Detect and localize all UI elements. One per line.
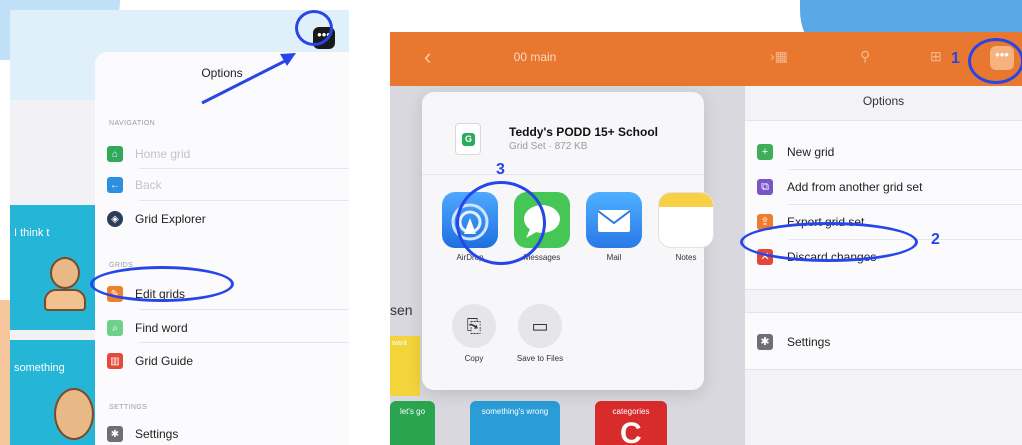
tile-label: something's wrong — [481, 407, 549, 416]
divider — [422, 174, 704, 175]
callout-number: 2 — [931, 231, 940, 248]
menu-item-settings[interactable]: ✱ Settings — [757, 327, 1017, 357]
grid-title: 00 main — [513, 50, 557, 64]
grid-tile-lets-go[interactable]: let's go — [390, 401, 435, 445]
menu-item-label: Add from another grid set — [787, 180, 923, 194]
options-group: + New grid ⧉ Add from another grid set ⇪… — [745, 120, 1022, 290]
annotation-circle — [456, 181, 546, 265]
envelope-icon — [597, 210, 631, 232]
share-sheet: G Teddy's PODD 15+ School Grid Set · 872… — [422, 92, 714, 390]
divider — [789, 169, 1022, 170]
settings-group: ✱ Settings — [745, 312, 1022, 370]
copy-button[interactable]: ⎘ — [452, 304, 496, 348]
grid-app-icon: G — [462, 133, 475, 146]
action-label: Save to Files — [516, 354, 564, 363]
notes-button[interactable] — [658, 192, 714, 248]
app-label: Mail — [606, 253, 622, 262]
right-screenshot: ‹ 00 main ›▦ ⚲ ⊞ sen want let's go somet… — [390, 32, 1022, 445]
save-to-files-button[interactable]: ▭ — [518, 304, 562, 348]
menu-item-label: Settings — [787, 335, 831, 349]
grid-area: sen want let's go something's wrong cate… — [390, 86, 745, 445]
notes-icon — [659, 193, 713, 207]
tile-text-fragment: sen — [390, 302, 413, 318]
grid-tile-categories[interactable]: categories C — [595, 401, 667, 445]
panel-title: Options — [862, 94, 905, 108]
tile-label: want — [392, 340, 407, 347]
tile-label: categories — [612, 407, 650, 416]
tile-label: let's go — [399, 407, 426, 416]
options-panel: Options + New grid ⧉ Add from another gr… — [745, 86, 1022, 445]
grid-icon[interactable]: ⊞ — [930, 48, 942, 65]
top-bar: ‹ 00 main ›▦ ⚲ ⊞ — [390, 32, 1022, 86]
magnifier-icon[interactable]: ⚲ — [860, 48, 870, 65]
menu-item-label: New grid — [787, 145, 835, 159]
grid-tile-somethings-wrong[interactable]: something's wrong — [470, 401, 560, 445]
plus-icon: + — [757, 144, 773, 160]
copy-icon: ⎘ — [466, 315, 482, 336]
divider — [789, 204, 1022, 205]
import-icon: ⧉ — [757, 179, 773, 195]
callout-number: 1 — [951, 50, 960, 67]
folder-icon: ▭ — [531, 315, 549, 336]
menu-item-add-from-grid-set[interactable]: ⧉ Add from another grid set — [757, 172, 1017, 202]
file-icon: G — [455, 123, 481, 155]
file-details: Grid Set · 872 KB — [509, 141, 588, 152]
grid-tile-want[interactable]: want — [390, 336, 420, 396]
annotation-circle — [968, 38, 1022, 84]
menu-item-new-grid[interactable]: + New grid — [757, 137, 1017, 167]
action-label: Copy — [464, 354, 484, 363]
tile-big-letter: C — [620, 417, 642, 445]
mail-button[interactable] — [586, 192, 642, 248]
grid-jump-icon[interactable]: ›▦ — [770, 48, 788, 65]
gear-icon: ✱ — [757, 334, 773, 350]
annotation-oval — [740, 222, 918, 262]
app-label: Notes — [675, 253, 697, 262]
file-name: Teddy's PODD 15+ School — [509, 125, 659, 139]
callout-number: 3 — [496, 161, 505, 178]
